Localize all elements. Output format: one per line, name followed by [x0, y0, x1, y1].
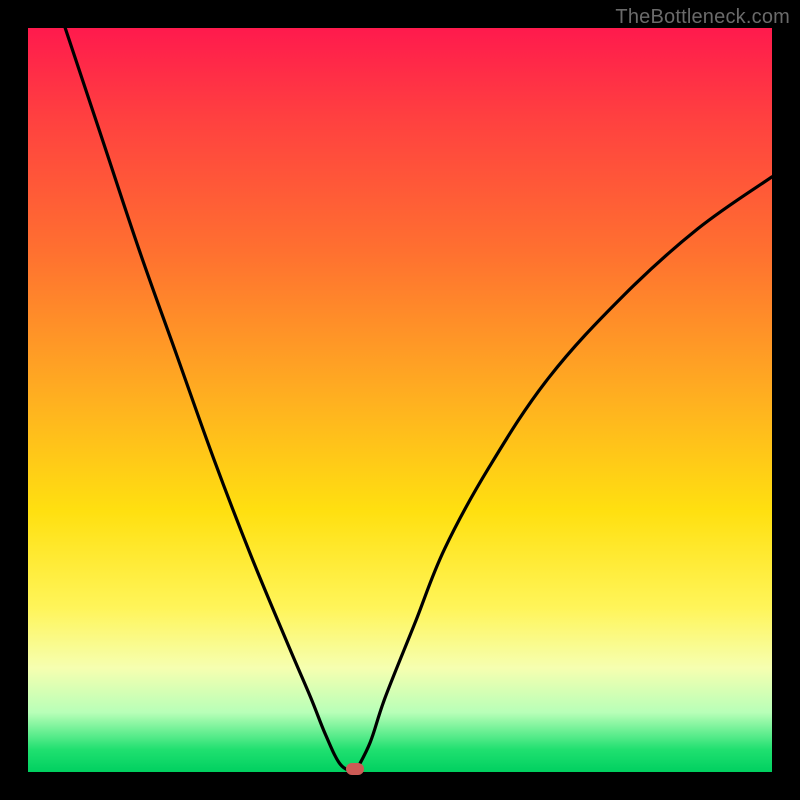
bottleneck-curve	[28, 28, 772, 772]
chart-frame: TheBottleneck.com	[0, 0, 800, 800]
vertex-marker	[346, 763, 364, 775]
plot-area	[28, 28, 772, 772]
watermark-text: TheBottleneck.com	[615, 6, 790, 29]
